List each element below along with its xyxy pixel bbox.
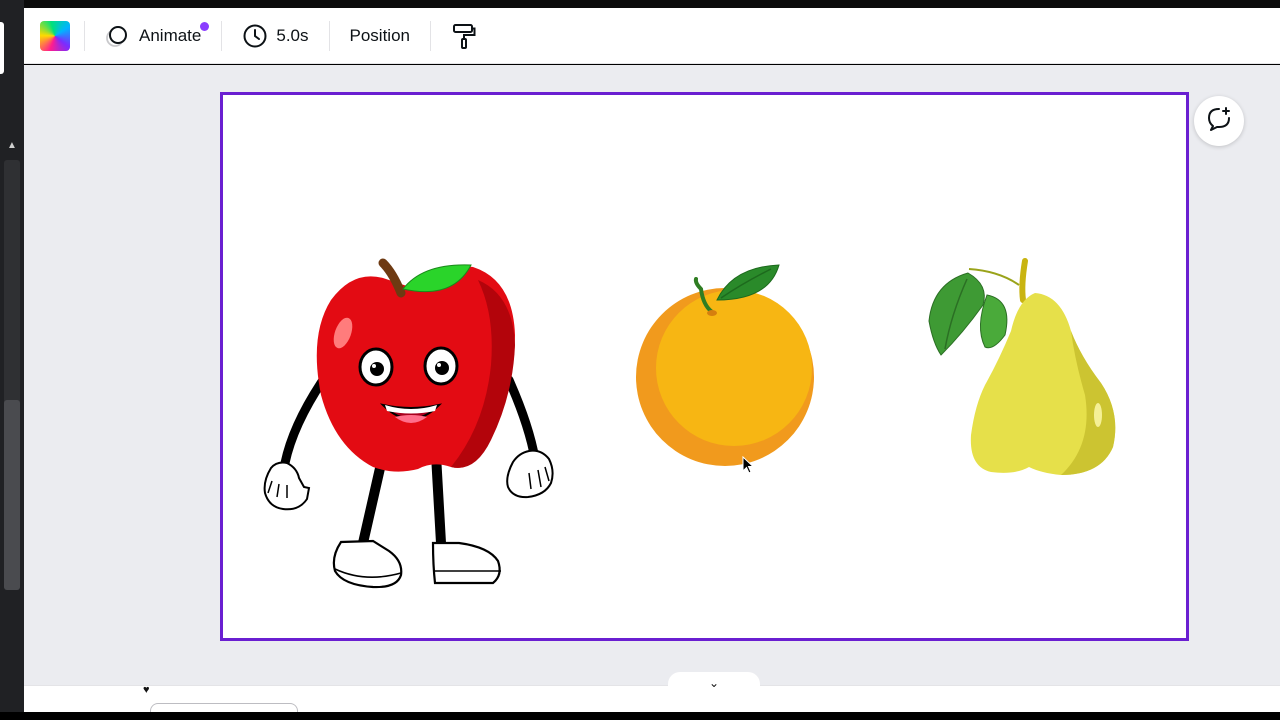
toolbar-divider: [84, 20, 85, 51]
paint-roller-icon: [451, 22, 477, 50]
window-bottom-edge: [0, 712, 1280, 720]
left-panel-rail: ▲: [0, 0, 24, 720]
chevron-down-icon: ⌄: [708, 676, 720, 690]
copy-style-button[interactable]: [445, 16, 483, 56]
orange[interactable]: [636, 264, 814, 466]
mouse-cursor-icon: [742, 455, 756, 481]
toolbar-divider: [328, 20, 330, 51]
add-comment-icon: [1205, 105, 1233, 138]
animate-icon: [105, 23, 131, 49]
animate-label: Animate: [139, 25, 202, 45]
apple-character[interactable]: [263, 258, 554, 589]
editor-toolbar: Animate 5.0s Position: [24, 8, 1280, 64]
notification-dot: [200, 21, 210, 31]
color-picker-swatch[interactable]: [40, 20, 70, 51]
position-button[interactable]: Position: [344, 16, 416, 56]
duration-button[interactable]: 5.0s: [236, 16, 314, 56]
position-label: Position: [349, 25, 410, 45]
pear[interactable]: [928, 258, 1116, 475]
scroll-up-icon[interactable]: ▲: [7, 140, 17, 151]
scrollbar-thumb[interactable]: [4, 400, 20, 590]
toolbar-divider: [221, 20, 223, 51]
clock-icon: [242, 23, 268, 49]
editor-canvas-area: [24, 65, 1280, 685]
duration-label: 5.0s: [276, 25, 309, 45]
design-page[interactable]: [220, 92, 1189, 641]
add-comment-button[interactable]: [1194, 96, 1244, 146]
window-top-edge: [0, 0, 1280, 8]
playhead-marker-icon[interactable]: ♥: [143, 684, 150, 696]
toolbar-divider: [430, 20, 431, 51]
active-panel-indicator: [0, 22, 4, 74]
animate-button[interactable]: Animate: [99, 16, 210, 56]
expand-pages-button[interactable]: ⌄: [668, 672, 760, 694]
